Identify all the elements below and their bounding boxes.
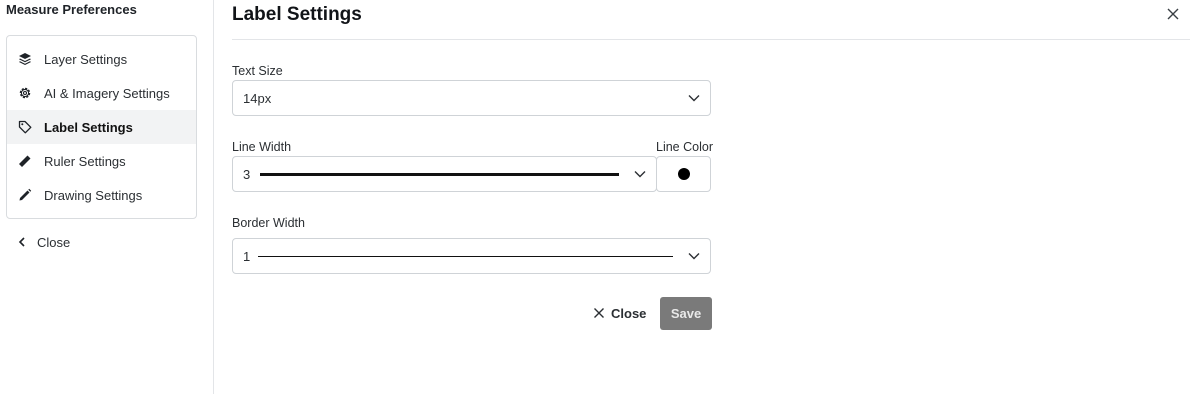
sidebar-title: Measure Preferences [6, 2, 137, 17]
text-size-select[interactable]: 14px [232, 80, 711, 116]
sidebar-item-layer-settings[interactable]: Layer Settings [7, 42, 196, 76]
tag-icon [18, 120, 32, 134]
chevron-down-icon [688, 95, 700, 102]
border-width-select[interactable]: 1 [232, 238, 711, 274]
border-width-label: Border Width [232, 216, 305, 230]
chevron-down-icon [688, 253, 700, 260]
border-width-preview [258, 256, 673, 257]
sidebar-item-label: Drawing Settings [44, 187, 143, 203]
line-color-label: Line Color [656, 140, 713, 154]
save-button[interactable]: Save [660, 297, 712, 330]
sidebar-item-label: AI & Imagery Settings [44, 85, 170, 101]
sidebar-close-button[interactable]: Close [18, 233, 70, 251]
line-width-select[interactable]: 3 [232, 156, 657, 192]
sidebar-item-label: Ruler Settings [44, 153, 126, 169]
line-color-swatch [678, 168, 690, 180]
close-icon[interactable] [1165, 6, 1181, 22]
sidebar-item-label: Label Settings [44, 119, 133, 135]
sidebar-item-drawing-settings[interactable]: Drawing Settings [7, 178, 196, 212]
sidebar: Measure Preferences Layer Settings AI & … [0, 0, 214, 394]
header-divider [232, 39, 1190, 40]
settings-menu: Layer Settings AI & Imagery Settings Lab… [6, 35, 197, 219]
page-title: Label Settings [232, 4, 362, 25]
pencil-icon [18, 188, 32, 202]
line-width-label: Line Width [232, 140, 292, 154]
sidebar-item-label: Layer Settings [44, 51, 128, 67]
line-color-picker[interactable] [656, 156, 711, 192]
border-width-value: 1 [243, 248, 251, 264]
gear-icon [18, 86, 32, 100]
close-button-label: Close [611, 305, 647, 321]
ruler-icon [18, 154, 32, 168]
chevron-down-icon [634, 171, 646, 178]
layers-icon [18, 52, 32, 66]
line-width-value: 3 [243, 166, 251, 182]
sidebar-item-ruler-settings[interactable]: Ruler Settings [7, 144, 196, 178]
text-size-label: Text Size [232, 64, 283, 78]
main-panel: Label Settings Text Size 14px Line Width… [215, 0, 1200, 394]
chevron-left-icon [18, 237, 28, 247]
sidebar-close-label: Close [37, 234, 71, 250]
sidebar-item-label-settings[interactable]: Label Settings [7, 110, 196, 144]
close-button[interactable]: Close [593, 303, 646, 323]
text-size-value: 14px [243, 90, 272, 106]
close-icon [594, 308, 604, 318]
line-width-preview [260, 173, 619, 176]
sidebar-item-ai-imagery-settings[interactable]: AI & Imagery Settings [7, 76, 196, 110]
